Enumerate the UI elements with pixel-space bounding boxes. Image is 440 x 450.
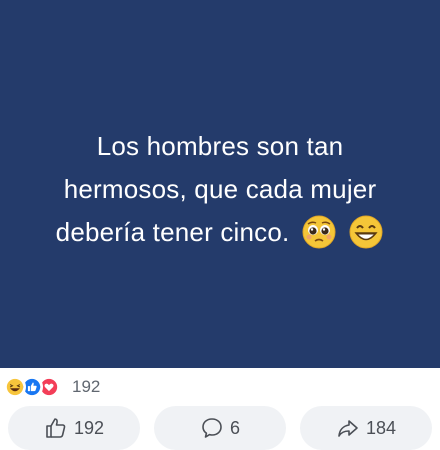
thumbs-up-icon bbox=[46, 418, 66, 438]
reactions-bar[interactable]: 192 bbox=[0, 368, 440, 404]
like-count: 192 bbox=[73, 417, 105, 438]
share-arrow-icon bbox=[338, 420, 358, 437]
grinning-face-emoji-icon bbox=[349, 215, 383, 248]
reaction-icons[interactable] bbox=[4, 376, 74, 398]
reaction-count[interactable]: 192 bbox=[72, 377, 100, 397]
post-text-line-3: debería tener cinco. bbox=[10, 211, 430, 254]
comment-icon bbox=[202, 418, 222, 438]
post-text: Los hombres son tan hermosos, que cada m… bbox=[10, 125, 430, 254]
haha-icon bbox=[4, 376, 26, 398]
post-text-line-1: Los hombres son tan bbox=[96, 130, 344, 161]
post-text-line-3-text: debería tener cinco. bbox=[55, 216, 290, 247]
like-button[interactable]: 192 bbox=[8, 406, 140, 450]
post-image[interactable]: Los hombres son tan hermosos, que cada m… bbox=[0, 0, 440, 368]
post-text-line-2: hermosos, que cada mujer bbox=[63, 173, 377, 204]
comment-count: 6 bbox=[229, 417, 240, 438]
share-count: 184 bbox=[365, 417, 397, 438]
comment-button[interactable]: 6 bbox=[154, 406, 286, 450]
pleading-face-emoji-icon bbox=[302, 215, 336, 248]
share-button[interactable]: 184 bbox=[300, 406, 432, 450]
